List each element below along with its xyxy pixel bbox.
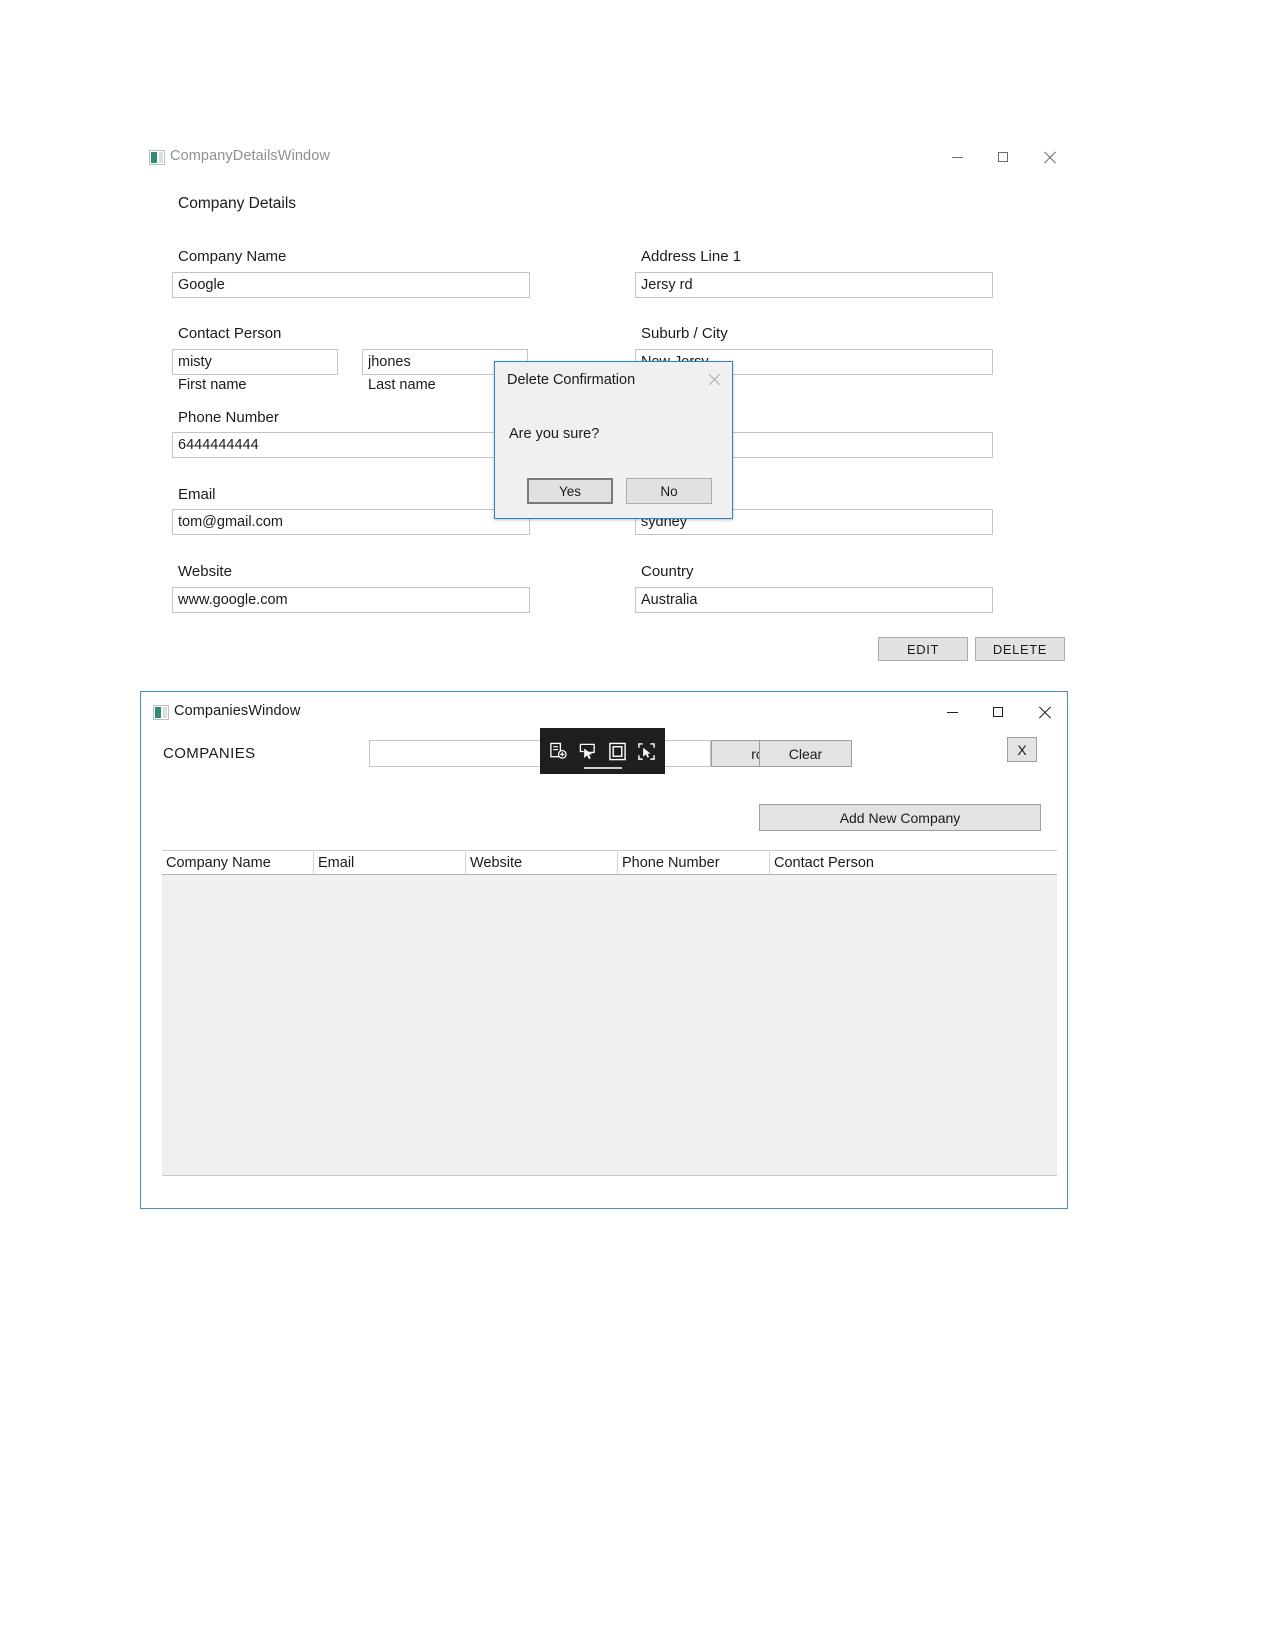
companies-grid-body[interactable]: [162, 875, 1057, 1176]
column-header-phone-number[interactable]: Phone Number: [618, 851, 770, 874]
app-icon: [149, 150, 165, 165]
label-first-name: First name: [178, 377, 247, 393]
company-name-input[interactable]: [172, 272, 530, 298]
address-line-1-input[interactable]: [635, 272, 993, 298]
close-x-button[interactable]: X: [1007, 737, 1037, 762]
label-last-name: Last name: [368, 377, 436, 393]
dialog-message: Are you sure?: [509, 426, 600, 442]
minimize-button[interactable]: [929, 692, 975, 732]
first-name-input[interactable]: [172, 349, 338, 375]
delete-button[interactable]: DELETE: [975, 637, 1065, 661]
maximize-icon: [993, 707, 1003, 717]
label-country: Country: [641, 563, 694, 580]
email-input[interactable]: [172, 509, 530, 535]
dialog-no-button[interactable]: No: [626, 478, 712, 504]
maximize-icon: [998, 152, 1008, 162]
label-email: Email: [178, 486, 216, 503]
label-website: Website: [178, 563, 232, 580]
label-suburb-city: Suburb / City: [641, 325, 728, 342]
maximize-button[interactable]: [975, 692, 1021, 732]
fullscreen-snip-icon: [638, 742, 655, 760]
column-header-contact-person[interactable]: Contact Person: [770, 851, 1057, 874]
close-button[interactable]: [1021, 692, 1067, 732]
window-snip-button[interactable]: [604, 736, 630, 766]
details-window-controls: [934, 137, 1072, 177]
phone-number-input[interactable]: [172, 432, 530, 458]
dialog-close-icon[interactable]: [706, 371, 724, 389]
minimize-icon: [951, 156, 963, 158]
details-titlebar: CompanyDetailsWindow: [137, 137, 1072, 179]
label-company-name: Company Name: [178, 248, 287, 265]
companies-grid-header: Company Name Email Website Phone Number …: [162, 850, 1057, 875]
companies-window-title: CompaniesWindow: [174, 703, 301, 719]
close-icon: [1043, 151, 1056, 164]
app-icon: [153, 705, 169, 720]
snip-toolbar: [540, 728, 665, 774]
edit-button[interactable]: EDIT: [878, 637, 968, 661]
clear-button[interactable]: Clear: [759, 740, 852, 767]
column-header-email[interactable]: Email: [314, 851, 466, 874]
dialog-yes-button[interactable]: Yes: [527, 478, 613, 504]
column-header-website[interactable]: Website: [466, 851, 618, 874]
close-button[interactable]: [1026, 137, 1072, 177]
fullscreen-snip-button[interactable]: [633, 736, 659, 766]
page-title: Company Details: [178, 195, 297, 212]
new-snip-icon: [550, 742, 567, 759]
add-new-company-button[interactable]: Add New Company: [759, 804, 1041, 831]
label-contact-person: Contact Person: [178, 325, 282, 342]
maximize-button[interactable]: [980, 137, 1026, 177]
freeform-snip-button[interactable]: [575, 736, 601, 766]
freeform-snip-icon: [580, 743, 596, 759]
companies-window-controls: [929, 692, 1067, 732]
column-header-company-name[interactable]: Company Name: [162, 851, 314, 874]
label-address-line-1: Address Line 1: [641, 248, 742, 265]
window-snip-icon: [608, 742, 626, 760]
section-label-companies: COMPANIES: [163, 745, 256, 762]
country-input[interactable]: [635, 587, 993, 613]
snip-toolbar-handle[interactable]: [584, 767, 622, 769]
close-icon: [1038, 706, 1051, 719]
details-window-title: CompanyDetailsWindow: [170, 148, 330, 164]
minimize-button[interactable]: [934, 137, 980, 177]
dialog-title: Delete Confirmation: [507, 372, 636, 388]
delete-confirmation-dialog: Delete Confirmation Are you sure? Yes No: [494, 361, 733, 519]
minimize-icon: [946, 711, 958, 713]
label-phone-number: Phone Number: [178, 409, 279, 426]
new-snip-button[interactable]: [546, 736, 572, 766]
website-input[interactable]: [172, 587, 530, 613]
